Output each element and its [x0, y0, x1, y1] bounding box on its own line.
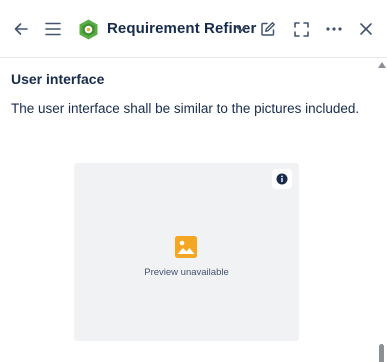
- edit-icon: [261, 22, 275, 36]
- menu-button[interactable]: [41, 17, 65, 41]
- app-logo-icon: [78, 19, 99, 40]
- scrollbar-thumb[interactable]: [379, 344, 384, 362]
- edit-button[interactable]: [256, 17, 280, 41]
- info-button[interactable]: [272, 169, 292, 189]
- arrow-left-icon: [14, 23, 28, 35]
- image-icon: [175, 236, 197, 258]
- chevron-down-icon: [235, 25, 247, 32]
- close-icon: [360, 23, 372, 35]
- vertical-scrollbar[interactable]: [377, 58, 387, 362]
- scroll-up-arrow-icon[interactable]: [378, 62, 386, 68]
- fullscreen-icon: [293, 21, 309, 37]
- image-preview[interactable]: Preview unavailable: [74, 163, 299, 341]
- hamburger-menu-icon: [45, 22, 61, 36]
- section-title: User interface: [11, 71, 105, 87]
- close-button[interactable]: [354, 17, 378, 41]
- fullscreen-button[interactable]: [289, 17, 313, 41]
- app-switcher-dropdown[interactable]: [229, 17, 253, 41]
- panel-content: User interface The user interface shall …: [0, 58, 375, 362]
- back-button[interactable]: [9, 17, 33, 41]
- panel-header: Requirement Refiner: [0, 0, 387, 58]
- info-icon: [276, 173, 288, 185]
- more-options-button[interactable]: [322, 17, 346, 41]
- requirement-text: The user interface shall be similar to t…: [11, 101, 360, 116]
- preview-unavailable-label: Preview unavailable: [144, 267, 229, 278]
- more-icon: [326, 27, 342, 31]
